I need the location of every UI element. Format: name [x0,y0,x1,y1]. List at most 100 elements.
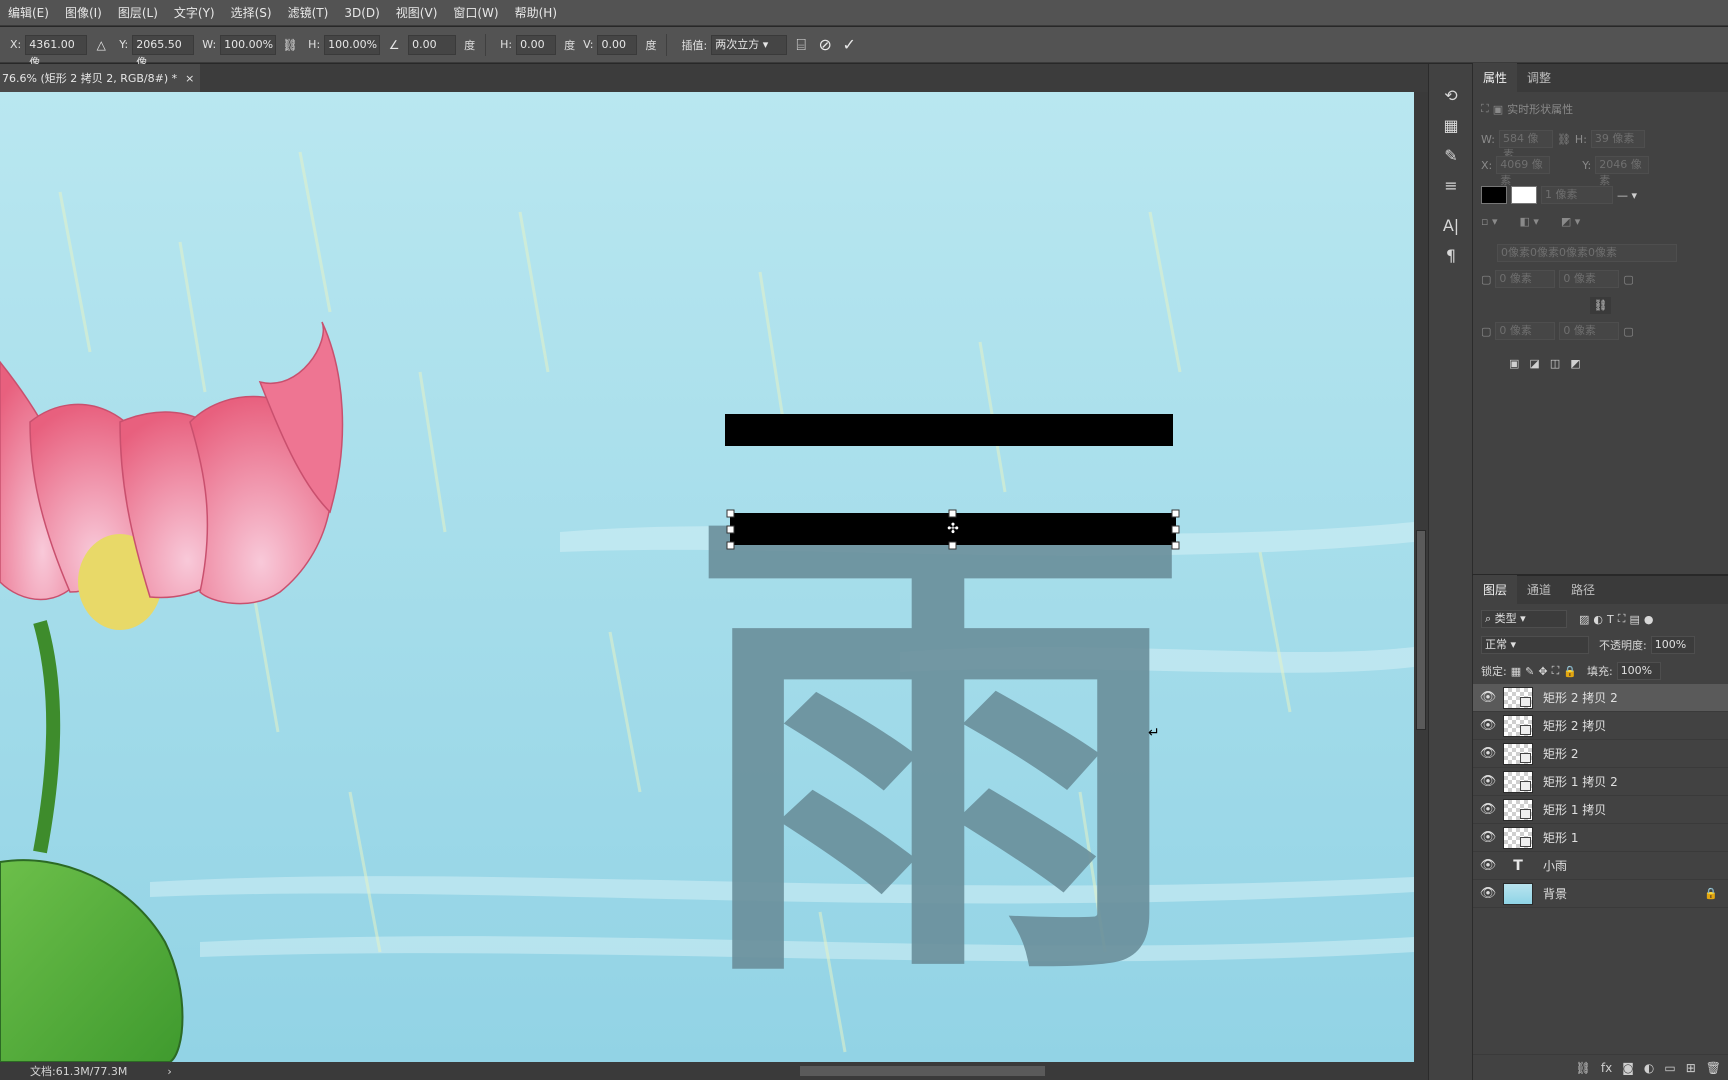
relative-position-icon[interactable]: △ [91,35,111,55]
menu-select[interactable]: 选择(S) [223,4,280,21]
status-menu-arrow[interactable]: › [167,1065,171,1078]
layer-row[interactable]: 👁 矩形 1 [1473,824,1728,852]
vertical-scroll-thumb[interactable] [1416,530,1426,730]
cancel-transform-icon[interactable]: ⊘ [815,35,835,55]
filter-smart-icon[interactable]: ▤ [1629,613,1639,626]
menu-help[interactable]: 帮助(H) [507,4,565,21]
corner-bl-field[interactable]: 0 像素 [1495,322,1556,340]
corner-tl-field[interactable]: 0 像素 [1495,270,1556,288]
lock-pixels-icon[interactable]: ✎ [1525,665,1534,678]
path-intersect-icon[interactable]: ◫ [1550,357,1560,370]
path-combine-icon[interactable]: ▣ [1509,357,1519,370]
stroke-swatch[interactable] [1511,186,1537,204]
filter-type-icon[interactable]: T [1607,613,1614,626]
visibility-eye-icon[interactable]: 👁 [1473,746,1503,761]
new-group-icon[interactable]: ▭ [1664,1061,1675,1075]
visibility-eye-icon[interactable]: 👁 [1473,690,1503,705]
menu-image[interactable]: 图像(I) [57,4,110,21]
lock-transparent-icon[interactable]: ▦ [1511,665,1521,678]
tab-properties[interactable]: 属性 [1473,63,1518,92]
opacity-field[interactable]: 100% [1650,636,1695,654]
corner-link-icon[interactable]: ⛓ [1589,296,1612,314]
prop-x-field[interactable]: 4069 像素 [1496,156,1551,187]
vertical-scrollbar[interactable] [1414,92,1428,1062]
layer-row[interactable]: 👁 矩形 1 拷贝 2 [1473,768,1728,796]
lock-all-icon[interactable]: 🔒 [1563,665,1577,678]
corner-radius-all-field[interactable]: 0像素0像素0像素0像素 [1497,244,1677,262]
tab-channels[interactable]: 通道 [1517,575,1561,604]
width-field[interactable]: 100.00% [220,34,277,55]
fill-field[interactable]: 100% [1616,662,1661,680]
visibility-eye-icon[interactable]: 👁 [1473,774,1503,789]
layer-filter-select[interactable]: ⌕ 类型 ▾ [1481,610,1567,628]
menu-layer[interactable]: 图层(L) [110,4,166,21]
skew-h-field[interactable]: 0.00 [516,34,557,55]
brush-preset-icon[interactable]: ✎ [1429,140,1473,170]
tab-layers[interactable]: 图层 [1473,575,1518,604]
prop-width-field[interactable]: 584 像素 [1498,130,1553,161]
height-field[interactable]: 100.00% [324,34,381,55]
menu-view[interactable]: 视图(V) [388,4,446,21]
fill-swatch[interactable] [1481,186,1507,204]
layer-row[interactable]: 👁 矩形 2 拷贝 [1473,712,1728,740]
tab-paths[interactable]: 路径 [1561,575,1605,604]
x-field[interactable]: 4361.00 像 [25,34,88,69]
new-adjustment-icon[interactable]: ◐ [1644,1061,1654,1075]
horizontal-scroll-thumb[interactable] [800,1066,1045,1076]
paragraph-icon[interactable]: ¶ [1429,240,1473,270]
layer-row[interactable]: 👁 背景 🔒 [1473,880,1728,908]
lock-artboard-icon[interactable]: ⛶ [1552,664,1560,678]
corner-br-field[interactable]: 0 像素 [1559,322,1620,340]
fx-icon[interactable]: fx [1601,1061,1612,1075]
lock-position-icon[interactable]: ✥ [1538,665,1547,678]
corner-tr-field[interactable]: 0 像素 [1559,270,1620,288]
visibility-eye-icon[interactable]: 👁 [1473,718,1503,733]
visibility-eye-icon[interactable]: 👁 [1473,858,1503,873]
canvas-area[interactable]: 雨 ✣ ↵ [0,92,1414,1062]
filter-pixel-icon[interactable]: ▨ [1579,613,1589,626]
layer-row[interactable]: 👁 矩形 2 [1473,740,1728,768]
layer-row[interactable]: 👁 矩形 2 拷贝 2 [1473,684,1728,712]
rotate-field[interactable]: 0.00 [408,34,457,55]
character-icon[interactable]: A| [1429,210,1473,240]
shape-mask-icon[interactable]: ▣ [1493,103,1503,116]
menu-3d[interactable]: 3D(D) [336,6,387,20]
swatches-icon[interactable]: ▦ [1429,110,1473,140]
y-field[interactable]: 2065.50 像 [132,34,195,69]
tab-adjustments[interactable]: 调整 [1517,63,1561,92]
menu-type[interactable]: 文字(Y) [166,4,223,21]
path-exclude-icon[interactable]: ◩ [1570,357,1580,370]
menu-edit[interactable]: 编辑(E) [0,4,57,21]
filter-adjust-icon[interactable]: ◐ [1593,613,1603,626]
prop-y-field[interactable]: 2046 像素 [1595,156,1650,187]
layer-row[interactable]: 👁 T 小雨 [1473,852,1728,880]
history-icon[interactable]: ⟲ [1429,80,1473,110]
prop-link-icon[interactable]: ⛓ [1557,133,1571,146]
filter-toggle-icon[interactable]: ● [1644,613,1654,626]
brush-settings-icon[interactable]: ≡ [1429,170,1473,200]
canvas-artwork[interactable]: 雨 ✣ ↵ [0,92,1414,1062]
stroke-corner-icon[interactable]: ◩ ▾ [1561,215,1580,228]
visibility-eye-icon[interactable]: 👁 [1473,802,1503,817]
visibility-eye-icon[interactable]: 👁 [1473,830,1503,845]
delete-layer-icon[interactable]: 🗑 [1706,1061,1721,1075]
visibility-eye-icon[interactable]: 👁 [1473,886,1503,901]
warp-mode-icon[interactable]: ⌸ [791,35,811,55]
shape-transform-icon[interactable]: ⛶ [1481,102,1489,116]
menu-window[interactable]: 窗口(W) [445,4,506,21]
path-subtract-icon[interactable]: ◪ [1529,357,1539,370]
stroke-align-icon[interactable]: ▫ ▾ [1481,215,1497,228]
commit-transform-icon[interactable]: ✓ [839,35,859,55]
prop-height-field[interactable]: 39 像素 [1590,130,1645,148]
new-layer-icon[interactable]: ⊞ [1686,1061,1696,1075]
link-layers-icon[interactable]: ⛓ [1576,1061,1591,1075]
layer-row[interactable]: 👁 矩形 1 拷贝 [1473,796,1728,824]
interpolation-select[interactable]: 两次立方 ▾ [711,34,788,55]
link-icon[interactable]: ⛓ [280,35,300,55]
close-tab-icon[interactable]: × [185,72,194,85]
stroke-cap-icon[interactable]: ◧ ▾ [1519,215,1538,228]
stroke-width-field[interactable]: 1 像素 [1541,186,1613,204]
stroke-style-icon[interactable]: — ▾ [1617,189,1637,202]
blend-mode-select[interactable]: 正常 ▾ [1481,636,1589,654]
add-mask-icon[interactable]: ◙ [1622,1061,1634,1075]
